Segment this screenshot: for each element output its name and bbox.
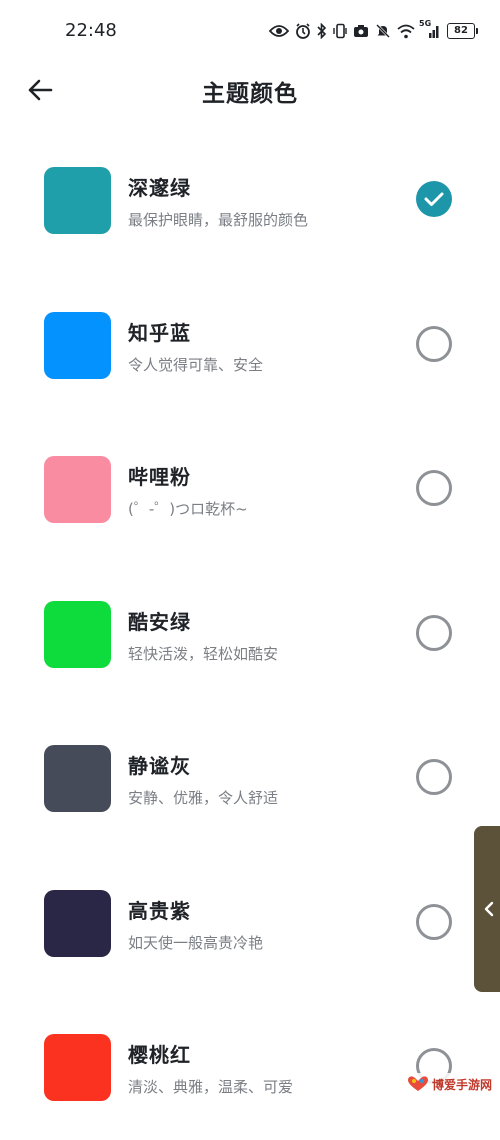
theme-item-cherry-red[interactable]: 樱桃红 清淡、典雅，温柔、可爱 (0, 995, 500, 1140)
color-swatch (44, 601, 111, 668)
theme-description: (゜-゜)つロ乾杯~ (128, 498, 248, 519)
camera-icon (353, 24, 369, 38)
radio-button[interactable] (416, 615, 452, 651)
theme-item-noble-purple[interactable]: 高贵紫 如天使一般高贵冷艳 (0, 851, 500, 996)
eye-icon (269, 24, 289, 38)
signal-icon (421, 23, 441, 39)
status-icons: 5G 82 (269, 20, 478, 42)
bluetooth-icon (317, 23, 327, 39)
watermark-text: 博爱手游网 (432, 1076, 492, 1093)
radio-button[interactable] (416, 759, 452, 795)
theme-name: 酷安绿 (128, 606, 191, 635)
page-title: 主题颜色 (0, 74, 500, 108)
radio-button[interactable] (416, 470, 452, 506)
status-time: 22:48 (65, 20, 117, 41)
theme-name: 知乎蓝 (128, 317, 191, 346)
watermark: 博爱手游网 (403, 1073, 496, 1095)
alarm-icon (295, 23, 311, 39)
theme-name: 哔哩粉 (128, 461, 191, 490)
theme-item-quiet-gray[interactable]: 静谧灰 安静、优雅，令人舒适 (0, 706, 500, 851)
theme-item-zhihu-blue[interactable]: 知乎蓝 令人觉得可靠、安全 (0, 273, 500, 418)
theme-description: 如天使一般高贵冷艳 (128, 932, 263, 953)
battery-icon: 82 (447, 23, 478, 39)
radio-button[interactable] (416, 181, 452, 217)
theme-name: 深邃绿 (128, 172, 191, 201)
mute-icon (375, 23, 391, 39)
chevron-left-icon (483, 900, 495, 918)
status-bar: 22:48 (0, 0, 500, 62)
theme-list: 深邃绿 最保护眼睛，最舒服的颜色 知乎蓝 令人觉得可靠、安全 哔哩粉 (゜-゜)… (0, 128, 500, 1140)
theme-description: 最保护眼睛，最舒服的颜色 (128, 209, 308, 230)
theme-description: 清淡、典雅，温柔、可爱 (128, 1076, 293, 1097)
theme-description: 安静、优雅，令人舒适 (128, 787, 278, 808)
radio-button[interactable] (416, 904, 452, 940)
theme-description: 令人觉得可靠、安全 (128, 354, 263, 375)
wifi-icon (397, 24, 415, 39)
side-drawer-tab[interactable] (474, 826, 500, 992)
battery-level: 82 (447, 23, 475, 39)
radio-button[interactable] (416, 326, 452, 362)
color-swatch (44, 745, 111, 812)
color-swatch (44, 167, 111, 234)
color-swatch (44, 456, 111, 523)
color-swatch (44, 1034, 111, 1101)
theme-item-deep-green[interactable]: 深邃绿 最保护眼睛，最舒服的颜色 (0, 128, 500, 273)
theme-description: 轻快活泼，轻松如酷安 (128, 643, 278, 664)
app-header: 主题颜色 (0, 62, 500, 122)
theme-item-bilibili-pink[interactable]: 哔哩粉 (゜-゜)つロ乾杯~ (0, 417, 500, 562)
color-swatch (44, 890, 111, 957)
signal-indicator: 5G (421, 23, 441, 39)
theme-name: 高贵紫 (128, 895, 191, 924)
theme-item-coolapk-green[interactable]: 酷安绿 轻快活泼，轻松如酷安 (0, 562, 500, 707)
vibrate-icon (333, 23, 347, 39)
checkmark-icon (424, 191, 444, 207)
color-swatch (44, 312, 111, 379)
logo-icon (407, 1075, 429, 1093)
theme-name: 静谧灰 (128, 750, 191, 779)
theme-name: 樱桃红 (128, 1039, 191, 1068)
